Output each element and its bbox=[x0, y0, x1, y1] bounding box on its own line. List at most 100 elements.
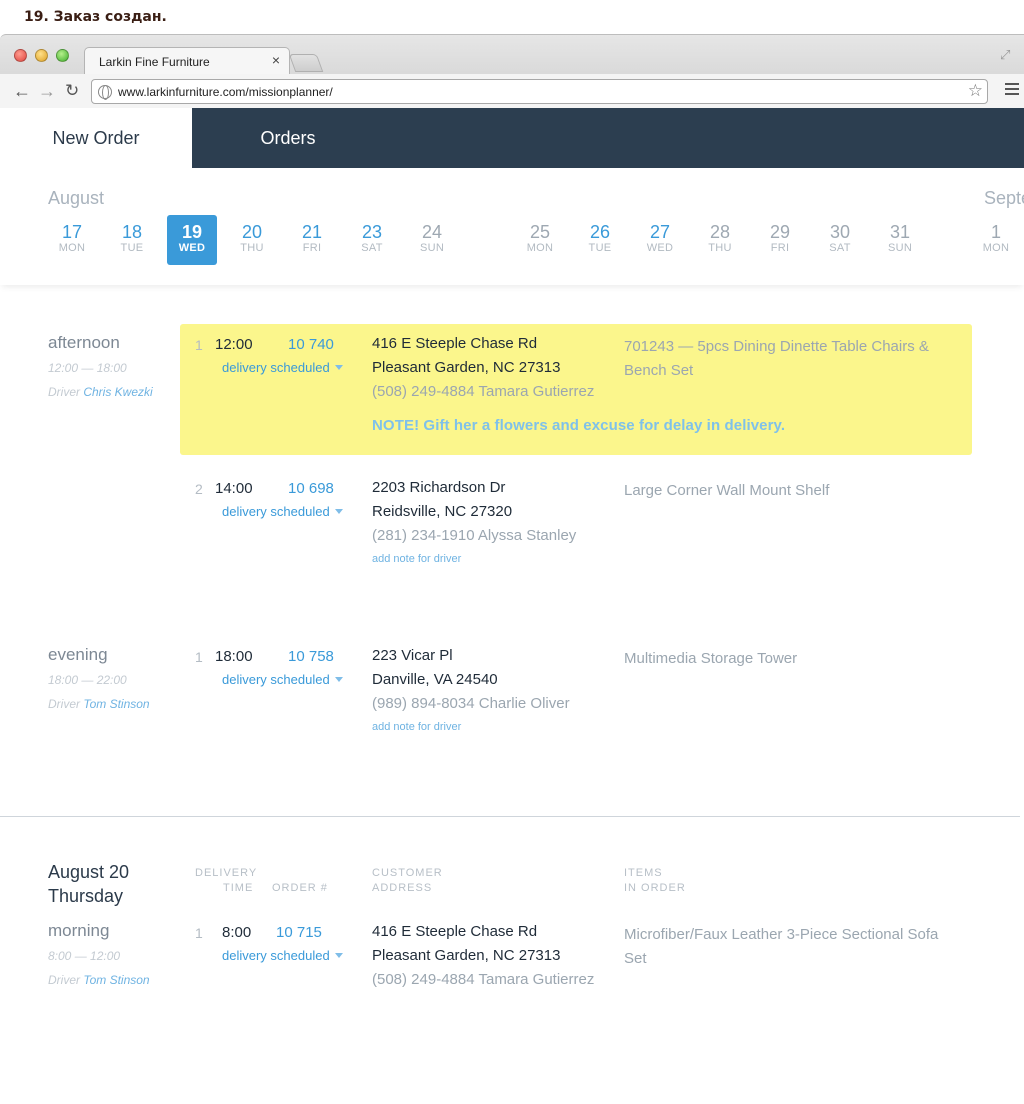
column-header-items: ITEMS IN ORDER bbox=[624, 866, 686, 896]
add-note-link[interactable]: add note for driver bbox=[372, 721, 461, 733]
calendar-day[interactable]: 23 SAT bbox=[347, 215, 397, 265]
calendar-day[interactable]: 30 SAT bbox=[815, 215, 865, 265]
day-weekday: WED bbox=[646, 242, 674, 254]
order-index: 1 bbox=[195, 649, 203, 665]
order-number-link[interactable]: 10 758 bbox=[288, 648, 334, 665]
day-number: 24 bbox=[421, 222, 443, 242]
order-row[interactable]: 2 14:00 10 698 delivery scheduled 2203 R… bbox=[180, 468, 972, 578]
day-number: 26 bbox=[589, 222, 611, 242]
column-header-line: ITEMS bbox=[624, 867, 663, 879]
minimize-window-button[interactable] bbox=[35, 49, 48, 62]
calendar-day[interactable]: 26 TUE bbox=[575, 215, 625, 265]
address-bar[interactable]: www.larkinfurniture.com/missionplanner/ … bbox=[91, 79, 988, 104]
back-arrow-icon[interactable]: ← bbox=[13, 81, 31, 101]
order-row-highlighted[interactable]: 1 12:00 10 740 delivery scheduled 416 E … bbox=[180, 324, 972, 455]
day-weekday: SAT bbox=[361, 242, 383, 254]
day-weekday: MON bbox=[58, 242, 86, 254]
day-weekday: THU bbox=[240, 242, 264, 254]
order-index: 2 bbox=[195, 481, 203, 497]
calendar-day[interactable]: 18 TUE bbox=[107, 215, 157, 265]
day-number: 25 bbox=[529, 222, 551, 242]
address-line-1: 416 E Steeple Chase Rd bbox=[372, 923, 538, 940]
caret-down-icon bbox=[334, 677, 343, 682]
column-header-customer: CUSTOMER ADDRESS bbox=[372, 866, 443, 896]
add-note-link[interactable]: add note for driver bbox=[372, 553, 461, 565]
day-divider bbox=[0, 816, 1020, 817]
slot-afternoon-title: afternoon bbox=[48, 333, 120, 352]
column-header-line: ADDRESS bbox=[372, 882, 433, 894]
status-label: delivery scheduled bbox=[222, 948, 330, 963]
slot-evening-title: evening bbox=[48, 645, 108, 664]
order-row[interactable]: 1 18:00 10 758 delivery scheduled 223 Vi… bbox=[180, 636, 972, 746]
calendar-day[interactable]: 17 MON bbox=[47, 215, 97, 265]
globe-icon bbox=[98, 85, 112, 100]
status-dropdown[interactable]: delivery scheduled bbox=[222, 948, 343, 963]
order-index: 1 bbox=[195, 337, 203, 353]
driver-link[interactable]: Tom Stinson bbox=[83, 973, 149, 987]
address-line-1: 2203 Richardson Dr bbox=[372, 479, 506, 496]
forward-arrow-icon[interactable]: → bbox=[38, 81, 56, 101]
status-label: delivery scheduled bbox=[222, 360, 330, 375]
status-dropdown[interactable]: delivery scheduled bbox=[222, 672, 343, 687]
zoom-window-button[interactable] bbox=[56, 49, 69, 62]
close-window-button[interactable] bbox=[14, 49, 27, 62]
bookmark-star-icon[interactable]: ☆ bbox=[968, 81, 983, 101]
order-number-link[interactable]: 10 715 bbox=[276, 924, 322, 941]
driver-link[interactable]: Chris Kwezki bbox=[83, 385, 152, 399]
status-dropdown[interactable]: delivery scheduled bbox=[222, 360, 343, 375]
calendar-day[interactable]: 29 FRI bbox=[755, 215, 805, 265]
calendar-day[interactable]: 24 SUN bbox=[407, 215, 457, 265]
customer-phone: (281) 234-1910 Alyssa Stanley bbox=[372, 527, 577, 544]
browser-menu-icon[interactable] bbox=[1005, 83, 1019, 95]
order-time: 18:00 bbox=[215, 648, 253, 665]
calendar-day[interactable]: 21 FRI bbox=[287, 215, 337, 265]
reload-icon[interactable]: ↻ bbox=[65, 81, 79, 101]
order-row[interactable]: 1 8:00 10 715 delivery scheduled 416 E S… bbox=[180, 912, 972, 1002]
url-text[interactable]: www.larkinfurniture.com/missionplanner/ bbox=[118, 85, 333, 99]
browser-tab[interactable]: Larkin Fine Furniture × bbox=[84, 47, 290, 74]
tab-orders[interactable]: Orders bbox=[192, 108, 384, 168]
calendar-day[interactable]: 28 THU bbox=[695, 215, 745, 265]
order-items: Multimedia Storage Tower bbox=[624, 650, 798, 667]
status-label: delivery scheduled bbox=[222, 672, 330, 687]
calendar-day[interactable]: 25 MON bbox=[515, 215, 565, 265]
day-number: 19 bbox=[181, 222, 203, 242]
day-number: 27 bbox=[649, 222, 671, 242]
day-number: 18 bbox=[121, 222, 143, 242]
day-weekday: FRI bbox=[302, 242, 322, 254]
day-number: 21 bbox=[301, 222, 323, 242]
slot-morning-driver: Driver Tom Stinson bbox=[48, 973, 150, 987]
calendar-day-selected[interactable]: 19 WED bbox=[167, 215, 217, 265]
close-tab-icon[interactable]: × bbox=[272, 52, 280, 68]
address-line-1: 416 E Steeple Chase Rd bbox=[372, 335, 538, 352]
column-header-order: ORDER # bbox=[272, 882, 328, 894]
day-weekday: MON bbox=[526, 242, 554, 254]
fullscreen-icon[interactable]: ⤢ bbox=[1000, 47, 1014, 62]
order-number-link[interactable]: 10 740 bbox=[288, 336, 334, 353]
address-line-2: Reidsville, NC 27320 bbox=[372, 503, 513, 520]
calendar-day[interactable]: 20 THU bbox=[227, 215, 277, 265]
tab-new-order[interactable]: New Order bbox=[0, 108, 192, 168]
calendar-day[interactable]: 27 WED bbox=[635, 215, 685, 265]
order-time: 8:00 bbox=[222, 924, 252, 941]
day-number: 17 bbox=[61, 222, 83, 242]
order-number-link[interactable]: 10 698 bbox=[288, 480, 334, 497]
calendar-day[interactable]: 1 MON bbox=[971, 215, 1021, 265]
day-number: 31 bbox=[889, 222, 911, 242]
new-tab-button[interactable] bbox=[288, 54, 324, 72]
status-label: delivery scheduled bbox=[222, 504, 330, 519]
caret-down-icon bbox=[334, 509, 343, 514]
day-number: 28 bbox=[709, 222, 731, 242]
address-line-2: Danville, VA 24540 bbox=[372, 671, 498, 688]
day-heading: August 20 Thursday bbox=[48, 860, 129, 908]
day-heading-date: August 20 bbox=[48, 862, 130, 882]
day-weekday: SAT bbox=[829, 242, 851, 254]
status-dropdown[interactable]: delivery scheduled bbox=[222, 504, 343, 519]
day-number: 23 bbox=[361, 222, 383, 242]
day-weekday: WED bbox=[178, 242, 206, 254]
calendar-day[interactable]: 31 SUN bbox=[875, 215, 925, 265]
day-weekday: FRI bbox=[770, 242, 790, 254]
driver-link[interactable]: Tom Stinson bbox=[83, 697, 149, 711]
caret-down-icon bbox=[334, 365, 343, 370]
driver-prefix: Driver bbox=[48, 697, 80, 711]
